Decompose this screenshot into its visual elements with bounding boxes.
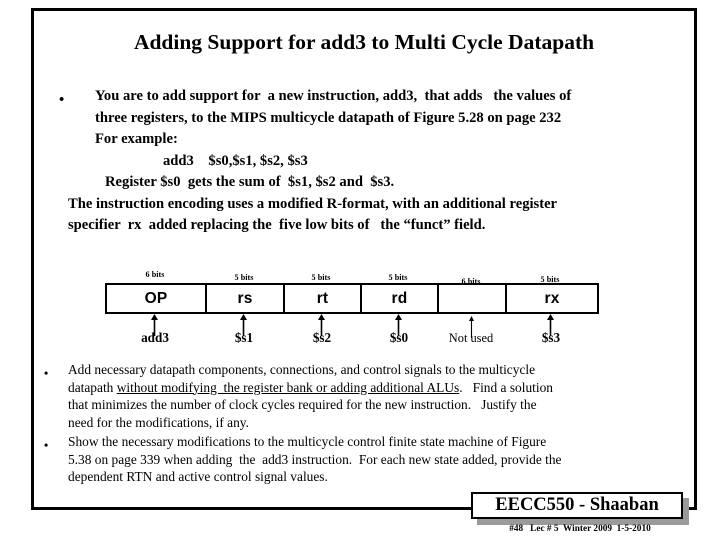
instruction-format-table: OP rs rt rd rx — [105, 283, 599, 314]
example-semantics: Register $s0 gets the sum of $s1, $s2 an… — [105, 174, 395, 190]
field-value-rd: $s0 — [389, 330, 409, 345]
field-cell-rx: rx — [544, 289, 560, 307]
field-value-rs: $s1 — [234, 330, 254, 345]
bullet-marker-3: • — [44, 438, 49, 452]
field-value-unused: Not used — [448, 331, 494, 345]
field-value-rx: $s3 — [541, 330, 561, 345]
footer-badge: EECC550 - Shaaban — [471, 492, 683, 519]
encoding-description-line-1: The instruction encoding uses a modified… — [68, 195, 558, 212]
field-value-rt: $s2 — [312, 330, 332, 345]
field-cell-rd: rd — [362, 285, 439, 312]
field-cell-rt: rt — [285, 285, 362, 312]
task-1-line-4: need for the modifications, if any. — [68, 414, 249, 430]
bits-width-3: 5 bits — [388, 272, 408, 282]
example-instruction: add3 $s0,$s1, $s2, $s3 — [163, 152, 308, 169]
bits-width-1: 5 bits — [234, 272, 254, 282]
lecture-meta: #48 Lec # 5 Winter 2009 1-5-2010 — [509, 524, 651, 534]
bullet-1-line-2: three registers, to the MIPS multicycle … — [95, 109, 562, 126]
task-1-emphasis: without modifying the register bank or a… — [116, 379, 460, 395]
field-cell-unused — [439, 285, 507, 312]
bits-width-2: 5 bits — [311, 272, 331, 282]
task-2-line-3: dependent RTN and active control signal … — [68, 469, 328, 484]
field-cell-rs: rs — [207, 285, 285, 312]
task-1-line-2-post: . Find a solution — [459, 379, 553, 395]
page-title: Adding Support for add3 to Multi Cycle D… — [133, 30, 595, 54]
bits-width-0: 6 bits — [145, 269, 165, 279]
task-1-line-2-pre: datapath — [68, 379, 117, 395]
bullet-marker-1: • — [59, 92, 65, 108]
course-label: EECC550 - Shaaban — [495, 495, 659, 515]
bullet-1-line-1: You are to add support for a new instruc… — [95, 88, 572, 104]
bullet-1-line-3: For example: — [95, 131, 178, 147]
field-value-op: add3 — [141, 330, 169, 345]
encoding-description-line-2: specifier rx added replacing the five lo… — [68, 217, 486, 233]
field-cell-op: OP — [107, 285, 207, 312]
bullet-marker-2: • — [44, 366, 49, 380]
